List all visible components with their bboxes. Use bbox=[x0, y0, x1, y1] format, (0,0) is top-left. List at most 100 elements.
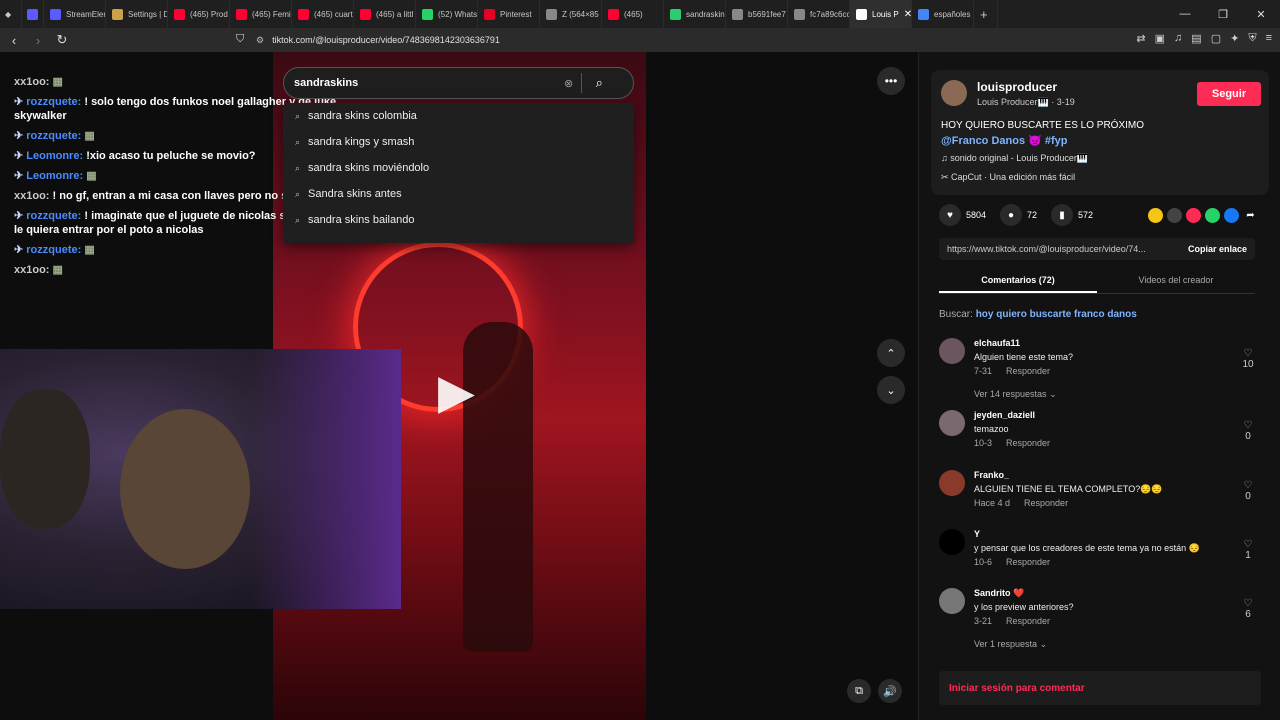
embed-icon[interactable] bbox=[1167, 208, 1182, 223]
browser-tab[interactable]: Settings | D bbox=[106, 0, 168, 28]
reply-button[interactable]: Responder bbox=[1006, 366, 1050, 376]
browser-tab[interactable]: (465) bbox=[602, 0, 664, 28]
close-button[interactable]: ✕ bbox=[1242, 0, 1280, 28]
like-stat[interactable]: ♥ 5804 bbox=[939, 204, 986, 226]
creator-username[interactable]: louisproducer bbox=[977, 80, 1057, 94]
repost-icon[interactable] bbox=[1148, 208, 1163, 223]
browser-tab[interactable]: Louis P ✕ bbox=[850, 0, 912, 28]
site-info-icon[interactable]: ⚙ bbox=[256, 35, 264, 46]
reply-button[interactable]: Responder bbox=[1024, 498, 1068, 508]
bookmark-icon[interactable]: ⛉ bbox=[236, 33, 244, 46]
sound-link[interactable]: ♫ sonido original - Louis Producer🎹 bbox=[941, 153, 1088, 164]
browser-tab[interactable]: (465) Prod bbox=[168, 0, 230, 28]
search-icon[interactable]: ⌕ bbox=[582, 75, 616, 91]
whatsapp-icon[interactable] bbox=[1205, 208, 1220, 223]
previous-video-button[interactable]: ⌃ bbox=[877, 339, 905, 367]
browser-tab[interactable]: StreamElem bbox=[44, 0, 106, 28]
search-suggestion[interactable]: ⌕ sandra kings y smash bbox=[283, 129, 634, 155]
post-tags[interactable]: @Franco Danos 👿 #fyp bbox=[941, 134, 1068, 147]
chat-username[interactable]: rozzquete: bbox=[26, 244, 81, 256]
commenter-username[interactable]: Franko_ bbox=[974, 470, 1009, 480]
minimize-button[interactable]: — bbox=[1166, 0, 1204, 28]
comment-like-button[interactable]: ♡ 0 bbox=[1241, 420, 1255, 442]
comment-like-button[interactable]: ♡ 1 bbox=[1241, 539, 1255, 561]
screenshot-icon[interactable]: ▣ bbox=[1155, 32, 1165, 45]
url-field[interactable]: ⚙ tiktok.com/@louisproducer/video/748369… bbox=[256, 30, 976, 50]
pip-button[interactable]: ⧉ bbox=[847, 679, 871, 703]
login-to-comment-button[interactable]: Iniciar sesión para comentar bbox=[939, 671, 1261, 705]
video-link[interactable]: https://www.tiktok.com/@louisproducer/vi… bbox=[939, 244, 1180, 254]
search-suggestion[interactable]: ⌕ sandra skins colombia bbox=[283, 103, 634, 129]
browser-tab[interactable]: Z (564×85 bbox=[540, 0, 602, 28]
back-button[interactable]: ‹ bbox=[4, 33, 24, 48]
commenter-avatar[interactable] bbox=[939, 338, 965, 364]
wallet-icon[interactable]: ▢ bbox=[1211, 32, 1221, 45]
comment-stat[interactable]: ● 72 bbox=[1000, 204, 1037, 226]
browser-tab[interactable]: (465) a littl bbox=[354, 0, 416, 28]
clear-search-icon[interactable]: ⊗ bbox=[564, 77, 573, 90]
browser-tab[interactable]: españoles bbox=[912, 0, 974, 28]
restore-button[interactable]: ❐ bbox=[1204, 0, 1242, 28]
chat-username[interactable]: rozzquete: bbox=[26, 96, 81, 108]
chat-username[interactable]: Leomonre: bbox=[26, 150, 83, 162]
more-options-button[interactable]: ••• bbox=[877, 67, 905, 95]
search-suggestion[interactable]: ⌕ sandra skins bailando bbox=[283, 207, 634, 233]
forward-button[interactable]: › bbox=[28, 33, 48, 48]
chat-username[interactable]: xx1oo: bbox=[14, 76, 49, 88]
browser-tab[interactable]: (465) cuart bbox=[292, 0, 354, 28]
sidebar-icon[interactable]: ▤ bbox=[1191, 32, 1201, 45]
commenter-avatar[interactable] bbox=[939, 588, 965, 614]
copy-link-button[interactable]: Copiar enlace bbox=[1180, 244, 1255, 254]
reply-button[interactable]: Responder bbox=[1006, 616, 1050, 626]
commenter-avatar[interactable] bbox=[939, 470, 965, 496]
volume-button[interactable]: 🔊 bbox=[878, 679, 902, 703]
browser-tab[interactable]: Pinterest bbox=[478, 0, 540, 28]
play-icon[interactable]: ▶ bbox=[438, 364, 475, 420]
creator-avatar[interactable] bbox=[941, 80, 967, 106]
browser-tab[interactable]: sandraskins bbox=[664, 0, 726, 28]
chat-username[interactable]: Leomonre: bbox=[26, 170, 83, 182]
more-icon[interactable]: ≡ bbox=[1266, 32, 1272, 45]
search-suggestion[interactable]: ⌕ Sandra skins antes bbox=[283, 181, 634, 207]
shield-icon[interactable]: ⛨ bbox=[1248, 32, 1256, 45]
tab-creator-videos[interactable]: Videos del creador bbox=[1097, 270, 1255, 293]
tab-comments[interactable]: Comentarios (72) bbox=[939, 270, 1097, 293]
translate-icon[interactable]: ⇄ bbox=[1136, 32, 1145, 45]
search-box[interactable]: sandraskins ⊗ ⌕ bbox=[283, 67, 634, 99]
send-icon[interactable] bbox=[1186, 208, 1201, 223]
commenter-username[interactable]: elchaufa11 bbox=[974, 338, 1020, 348]
commenter-username[interactable]: Sandrito ❤️ bbox=[974, 588, 1024, 599]
next-video-button[interactable]: ⌄ bbox=[877, 376, 905, 404]
chat-username[interactable]: rozzquete: bbox=[26, 130, 81, 142]
browser-tab[interactable]: (52) Whats bbox=[416, 0, 478, 28]
facebook-icon[interactable] bbox=[1224, 208, 1239, 223]
browser-tab[interactable]: b5691fee7 bbox=[726, 0, 788, 28]
comment-like-button[interactable]: ♡ 0 bbox=[1241, 480, 1255, 502]
close-tab-icon[interactable]: ✕ bbox=[904, 9, 911, 20]
capcut-link[interactable]: ✂ CapCut · Una edición más fácil bbox=[941, 172, 1075, 183]
reload-button[interactable]: ↻ bbox=[52, 32, 72, 48]
search-hint-query[interactable]: hoy quiero buscarte franco danos bbox=[976, 309, 1137, 320]
reply-button[interactable]: Responder bbox=[1006, 557, 1050, 567]
search-suggestion[interactable]: ⌕ sandra skins moviéndolo bbox=[283, 155, 634, 181]
music-icon[interactable]: ♫ bbox=[1174, 32, 1182, 45]
chat-username[interactable]: xx1oo: bbox=[14, 190, 49, 202]
comment-like-button[interactable]: ♡ 6 bbox=[1241, 598, 1255, 620]
commenter-username[interactable]: jeyden_daziell bbox=[974, 410, 1035, 420]
search-input[interactable]: sandraskins bbox=[294, 77, 564, 89]
reply-button[interactable]: Responder bbox=[1006, 438, 1050, 448]
view-replies-button[interactable]: Ver 14 respuestas ⌄ bbox=[974, 389, 1057, 400]
chat-username[interactable]: rozzquete: bbox=[26, 210, 81, 222]
new-tab-button[interactable]: + bbox=[974, 0, 998, 28]
view-replies-button[interactable]: Ver 1 respuesta ⌄ bbox=[974, 639, 1047, 650]
workspace-button[interactable] bbox=[22, 0, 44, 28]
chat-username[interactable]: xx1oo: bbox=[14, 264, 49, 276]
commenter-avatar[interactable] bbox=[939, 410, 965, 436]
ai-icon[interactable]: ✦ bbox=[1230, 32, 1239, 45]
save-stat[interactable]: ▮ 572 bbox=[1051, 204, 1093, 226]
browser-menu-button[interactable]: ◆ bbox=[0, 0, 22, 28]
commenter-avatar[interactable] bbox=[939, 529, 965, 555]
share-arrow-icon[interactable]: ➦ bbox=[1243, 208, 1258, 223]
follow-button[interactable]: Seguir bbox=[1197, 82, 1261, 106]
commenter-username[interactable]: Y bbox=[974, 529, 980, 539]
